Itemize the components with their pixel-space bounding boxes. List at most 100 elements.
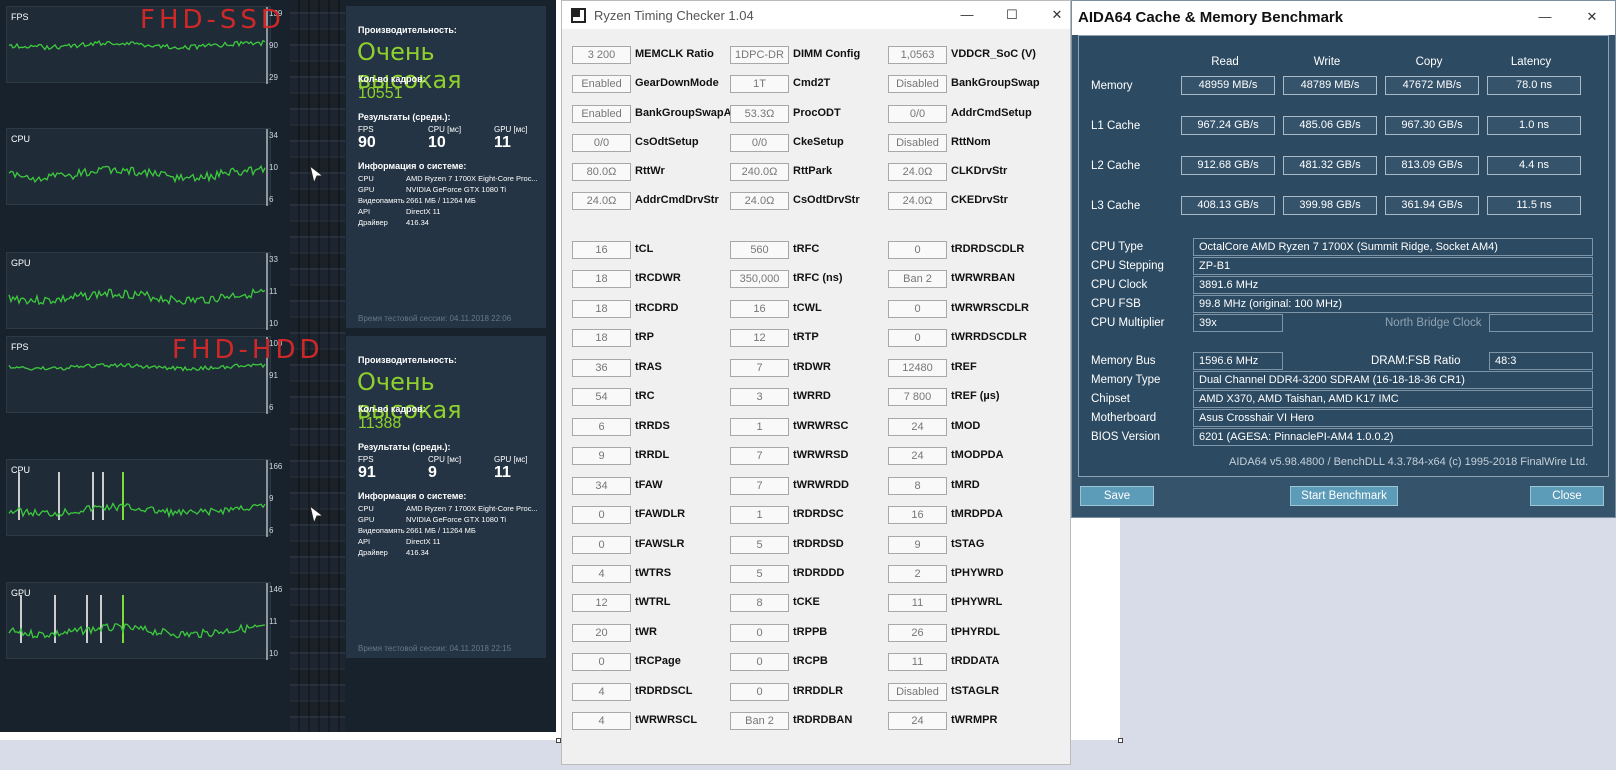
gpu-graph-panel: GPU 33 11 10 (6, 252, 278, 330)
timing-value-field[interactable]: 0 (730, 683, 789, 701)
title-bar[interactable]: Ryzen Timing Checker 1.04 — ☐ ✕ (562, 1, 1070, 29)
timing-value-field[interactable]: 6 (572, 418, 631, 436)
timing-value-field[interactable]: 24 (888, 712, 947, 730)
timing-value-field[interactable]: 4 (572, 712, 631, 730)
setting-value-field[interactable]: Enabled (572, 105, 631, 123)
setting-value-field[interactable]: 1,0563 (888, 46, 947, 64)
timing-value-field[interactable]: 11 (888, 594, 947, 612)
timing-value-field[interactable]: 9 (572, 447, 631, 465)
setting-value-field[interactable]: 24.0Ω (888, 192, 947, 210)
setting-value-field[interactable]: 24.0Ω (888, 163, 947, 181)
aida64-window: AIDA64 Cache & Memory Benchmark — ✕ Read… (1071, 0, 1616, 518)
timing-value-field[interactable]: 54 (572, 388, 631, 406)
start-benchmark-button[interactable]: Start Benchmark (1290, 486, 1398, 506)
l3-copy: 361.94 GB/s (1385, 196, 1479, 215)
fps-header: FPS (358, 125, 374, 134)
setting-value-field[interactable]: 1DPC-DR (730, 46, 789, 64)
setting-value-field[interactable]: 0/0 (730, 134, 789, 152)
timing-value-field[interactable]: 5 (730, 565, 789, 583)
timing-value-field[interactable]: 350,000 (730, 270, 789, 288)
setting-value-field[interactable]: 24.0Ω (572, 192, 631, 210)
timing-value-field[interactable]: 11 (888, 653, 947, 671)
timing-value-field[interactable]: 16 (888, 506, 947, 524)
timing-value-field[interactable]: 12480 (888, 359, 947, 377)
timing-value-field[interactable]: 560 (730, 241, 789, 259)
setting-value-field[interactable]: Enabled (572, 75, 631, 93)
setting-value-field[interactable]: 24.0Ω (730, 192, 789, 210)
timing-label: tFAWDLR (635, 508, 686, 520)
timing-value-field[interactable]: 24 (888, 418, 947, 436)
timing-value-field[interactable]: 0 (888, 300, 947, 318)
timing-label: tRAS (635, 361, 662, 373)
timing-value-field[interactable]: 12 (572, 594, 631, 612)
timing-value-field[interactable]: 0 (730, 653, 789, 671)
timing-value-field[interactable]: 3 (730, 388, 789, 406)
timing-value-field[interactable]: 8 (730, 594, 789, 612)
row-label-l2: L2 Cache (1091, 160, 1141, 172)
average-results-label: Результаты (средн.): (358, 442, 451, 452)
timing-value-field[interactable]: 26 (888, 624, 947, 642)
minimize-icon[interactable]: — (952, 5, 982, 25)
l3-write: 399.98 GB/s (1283, 196, 1377, 215)
timing-label: tRCPB (793, 655, 828, 667)
timing-value-field[interactable]: 7 800 (888, 388, 947, 406)
cpu-fsb-value: 99.8 MHz (original: 100 MHz) (1193, 295, 1593, 313)
timing-value-field[interactable]: 18 (572, 329, 631, 347)
save-button[interactable]: Save (1080, 486, 1154, 506)
timing-value-field[interactable]: 0 (572, 536, 631, 554)
timing-value-field[interactable]: 7 (730, 477, 789, 495)
timing-value-field[interactable]: 1 (730, 418, 789, 436)
timing-value-field[interactable]: 20 (572, 624, 631, 642)
l2-copy: 813.09 GB/s (1385, 156, 1479, 175)
graph-scale-min: 29 (269, 73, 278, 82)
maximize-icon[interactable]: ☐ (997, 5, 1027, 25)
timing-label: tRPPB (793, 626, 828, 638)
setting-value-field[interactable]: 53.3Ω (730, 105, 789, 123)
timing-value-field[interactable]: 36 (572, 359, 631, 377)
timing-value-field[interactable]: Ban 2 (730, 712, 789, 730)
timing-value-field[interactable]: Disabled (888, 683, 947, 701)
close-button[interactable]: Close (1530, 486, 1604, 506)
setting-value-field[interactable]: 0/0 (888, 105, 947, 123)
timing-value-field[interactable]: 18 (572, 300, 631, 318)
timing-value-field[interactable]: 7 (730, 447, 789, 465)
setting-value-field[interactable]: 3 200 (572, 46, 631, 64)
timing-value-field[interactable]: 5 (730, 536, 789, 554)
timing-value-field[interactable]: 4 (572, 565, 631, 583)
timing-value-field[interactable]: 18 (572, 270, 631, 288)
setting-value-field[interactable]: 0/0 (572, 134, 631, 152)
timing-value-field[interactable]: 16 (730, 300, 789, 318)
timing-value-field[interactable]: 9 (888, 536, 947, 554)
timing-value-field[interactable]: 7 (730, 359, 789, 377)
resize-handle[interactable] (1118, 738, 1123, 743)
setting-value-field[interactable]: 240.0Ω (730, 163, 789, 181)
timing-value-field[interactable]: 4 (572, 683, 631, 701)
timing-label: tMRD (951, 479, 980, 491)
timing-value-field[interactable]: 0 (572, 653, 631, 671)
setting-value-field[interactable]: Disabled (888, 75, 947, 93)
timing-value-field[interactable]: 0 (888, 329, 947, 347)
timing-value-field[interactable]: 0 (730, 624, 789, 642)
timing-value-field[interactable]: 16 (572, 241, 631, 259)
bios-version-value: 6201 (AGESA: PinnaclePI-AM4 1.0.0.2) (1193, 428, 1593, 446)
timing-value-field[interactable]: Ban 2 (888, 270, 947, 288)
setting-value-field[interactable]: 80.0Ω (572, 163, 631, 181)
setting-value-field[interactable]: Disabled (888, 134, 947, 152)
timing-value-field[interactable]: 8 (888, 477, 947, 495)
timing-value-field[interactable]: 2 (888, 565, 947, 583)
setting-value-field[interactable]: 1T (730, 75, 789, 93)
timing-value-field[interactable]: 12 (730, 329, 789, 347)
timing-value-field[interactable]: 0 (888, 241, 947, 259)
close-icon[interactable]: ✕ (1042, 5, 1072, 25)
timing-value-field[interactable]: 34 (572, 477, 631, 495)
close-icon[interactable]: ✕ (1577, 7, 1607, 27)
minimize-icon[interactable]: — (1530, 7, 1560, 27)
setting-label: BankGroupSwapAlt (635, 107, 739, 119)
timing-value-field[interactable]: 1 (730, 506, 789, 524)
timing-value-field[interactable]: 24 (888, 447, 947, 465)
decorative-pattern (290, 0, 345, 732)
timing-value-field[interactable]: 0 (572, 506, 631, 524)
title-bar[interactable]: AIDA64 Cache & Memory Benchmark — ✕ (1072, 1, 1615, 35)
l2-write: 481.32 GB/s (1283, 156, 1377, 175)
gpu-ms-header: GPU [мс] (494, 455, 528, 464)
